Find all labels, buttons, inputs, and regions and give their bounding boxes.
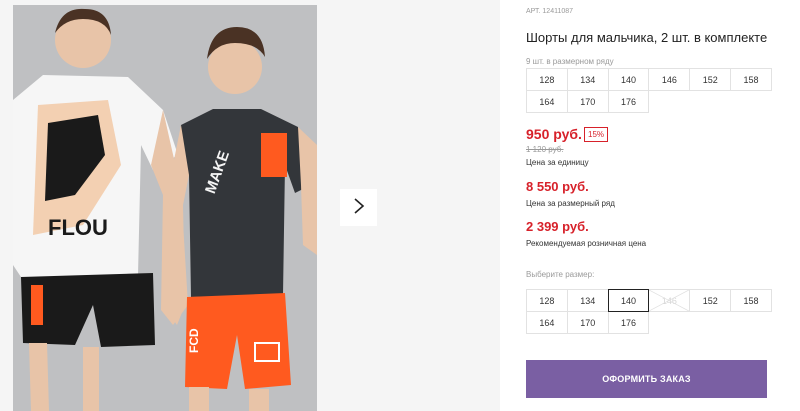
- size-option[interactable]: 176: [607, 311, 650, 334]
- right-shorts-print: FCD: [187, 328, 201, 353]
- size-row-cell: 152: [689, 68, 732, 91]
- discount-badge: 15%: [584, 127, 609, 142]
- size-row-cell: 140: [607, 68, 650, 91]
- gallery-next-button[interactable]: [340, 189, 377, 226]
- size-row-cell: 146: [648, 68, 691, 91]
- size-option-selected[interactable]: 140: [607, 289, 650, 312]
- unit-price: 950 руб.: [526, 126, 582, 142]
- size-row-cell: 134: [566, 68, 609, 91]
- size-row-cell: 176: [607, 90, 650, 113]
- size-row-cell: 164: [526, 90, 568, 113]
- size-row-cell: 158: [730, 68, 772, 91]
- size-picker-label: Выберите размер:: [526, 270, 595, 279]
- retail-price-label: Рекомендуемая розничная цена: [526, 239, 647, 248]
- retail-price: 2 399 руб.: [526, 219, 589, 234]
- size-option[interactable]: 128: [526, 289, 568, 312]
- product-photo: FLOU MAKE FCD: [13, 5, 317, 411]
- product-gallery: FLOU MAKE FCD: [0, 0, 500, 411]
- size-row-cell: 170: [566, 90, 609, 113]
- left-shirt-print: FLOU: [48, 215, 108, 240]
- product-title: Шорты для мальчика, 2 шт. в комплекте: [526, 30, 768, 45]
- old-price: 1 120 руб.: [526, 145, 564, 154]
- size-option[interactable]: 134: [566, 289, 609, 312]
- size-option[interactable]: 170: [566, 311, 609, 334]
- size-row-cell: 128: [526, 68, 568, 91]
- size-option[interactable]: 158: [730, 289, 772, 312]
- unit-price-label: Цена за единицу: [526, 158, 589, 167]
- size-option[interactable]: 152: [689, 289, 732, 312]
- size-picker: 128 134 140 146 152 158 164 170 176: [526, 289, 772, 334]
- size-option-unavailable: 146: [648, 289, 691, 312]
- size-row-note: 9 шт. в размерном ряду: [526, 57, 614, 66]
- chevron-right-icon: [353, 198, 365, 217]
- row-price: 8 550 руб.: [526, 179, 589, 194]
- product-sku: АРТ. 12411087: [526, 8, 574, 15]
- unavailable-cross-icon: [649, 290, 690, 311]
- size-row-grid: 128 134 140 146 152 158 164 170 176: [526, 68, 772, 113]
- checkout-button[interactable]: ОФОРМИТЬ ЗАКАЗ: [526, 360, 767, 398]
- size-option[interactable]: 164: [526, 311, 568, 334]
- row-price-label: Цена за размерный ряд: [526, 199, 615, 208]
